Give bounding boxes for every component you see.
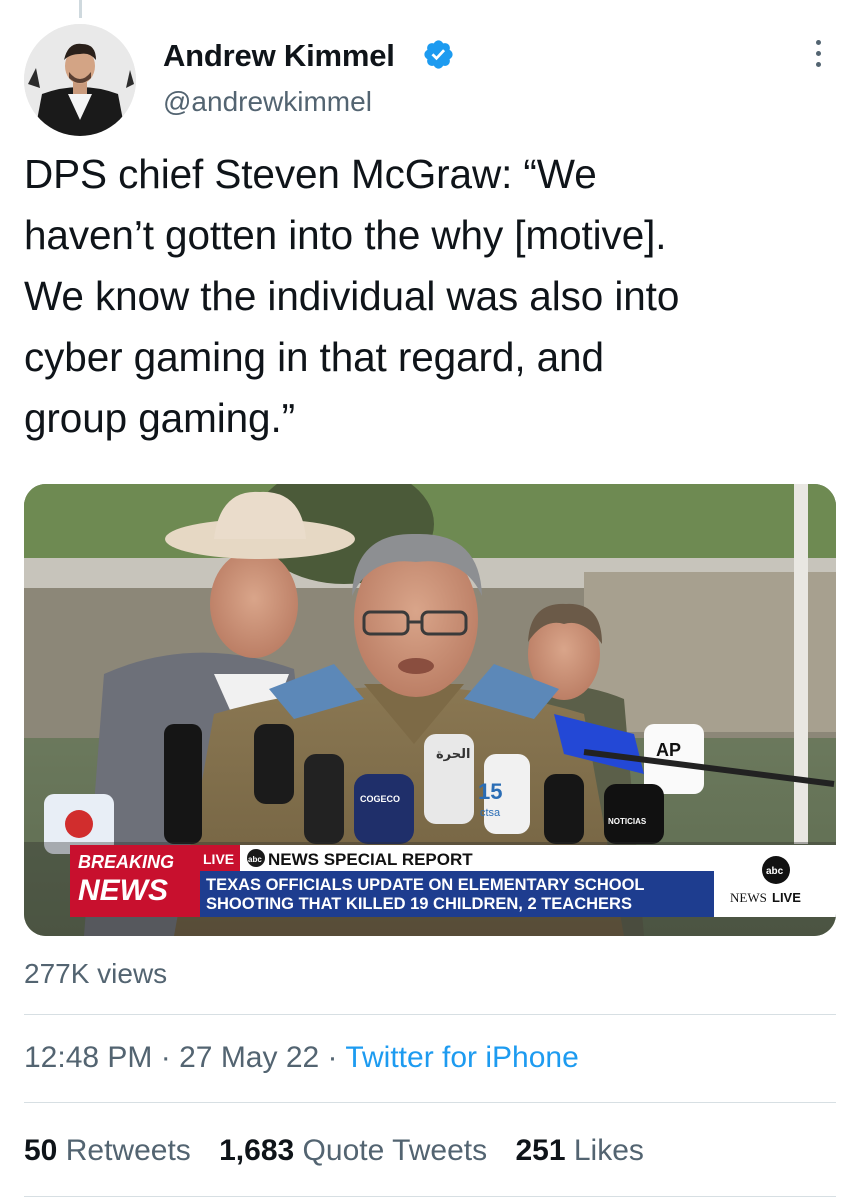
meta-separator: · (327, 1041, 338, 1074)
likes-stat[interactable]: 251 Likes (515, 1134, 643, 1167)
avatar[interactable] (24, 24, 136, 136)
divider (24, 1014, 836, 1015)
likes-label: Likes (573, 1134, 644, 1167)
press-conference-photo: 15 ctsa AP الحرة COGECO NOTICIAS BREAKIN… (24, 484, 836, 936)
view-count: 277K views (24, 958, 168, 989)
banner-headline-line2: SHOOTING THAT KILLED 19 CHILDREN, 2 TEAC… (206, 895, 632, 913)
avatar-image (24, 24, 136, 136)
logo-news: NEWS (730, 890, 767, 905)
banner-network: NEWS SPECIAL REPORT (268, 850, 473, 869)
divider (24, 1102, 836, 1103)
divider (24, 1196, 836, 1197)
tweet-text: DPS chief Steven McGraw: “We haven’t got… (24, 151, 680, 441)
logo-live: LIVE (772, 890, 801, 905)
author-name[interactable]: Andrew Kimmel (163, 38, 395, 74)
more-options-icon[interactable] (806, 40, 830, 76)
tweet-source-link[interactable]: Twitter for iPhone (345, 1041, 578, 1074)
retweets-label: Retweets (65, 1134, 191, 1167)
mic-label-cogeco: COGECO (360, 794, 400, 804)
mic-label-arabic: الحرة (436, 747, 470, 762)
quote-tweets-label: Quote Tweets (302, 1134, 488, 1167)
logo-abc: abc (766, 866, 784, 877)
mic-label-15: 15 (478, 779, 502, 804)
mic-label-ap: AP (656, 740, 681, 760)
verified-badge-icon (424, 40, 453, 69)
tweet-metadata: 12:48 PM · 27 May 22 · Twitter for iPhon… (24, 1041, 579, 1075)
quote-tweets-count: 1,683 (219, 1134, 295, 1167)
banner-abc-small: abc (248, 855, 262, 864)
tweet-media-image[interactable]: 15 ctsa AP الحرة COGECO NOTICIAS BREAKIN… (24, 484, 836, 936)
banner-breaking: BREAKING (78, 852, 174, 872)
meta-separator: · (160, 1041, 171, 1074)
tweet-date[interactable]: 27 May 22 (179, 1041, 319, 1074)
quote-tweets-stat[interactable]: 1,683 Quote Tweets (219, 1134, 487, 1167)
retweets-stat[interactable]: 50 Retweets (24, 1134, 191, 1167)
engagement-stats: 50 Retweets 1,683 Quote Tweets 251 Likes (24, 1134, 664, 1168)
likes-count: 251 (515, 1134, 566, 1167)
thread-connector-line (79, 0, 82, 18)
banner-news: NEWS (78, 874, 168, 907)
banner-live: LIVE (203, 851, 234, 867)
mic-label-noticias: NOTICIAS (608, 817, 647, 826)
author-handle[interactable]: @andrewkimmel (163, 86, 372, 118)
mic-label-ctsa: ctsa (480, 807, 501, 819)
retweets-count: 50 (24, 1134, 58, 1167)
tweet-time[interactable]: 12:48 PM (24, 1041, 152, 1074)
banner-headline-line1: TEXAS OFFICIALS UPDATE ON ELEMENTARY SCH… (206, 876, 645, 894)
